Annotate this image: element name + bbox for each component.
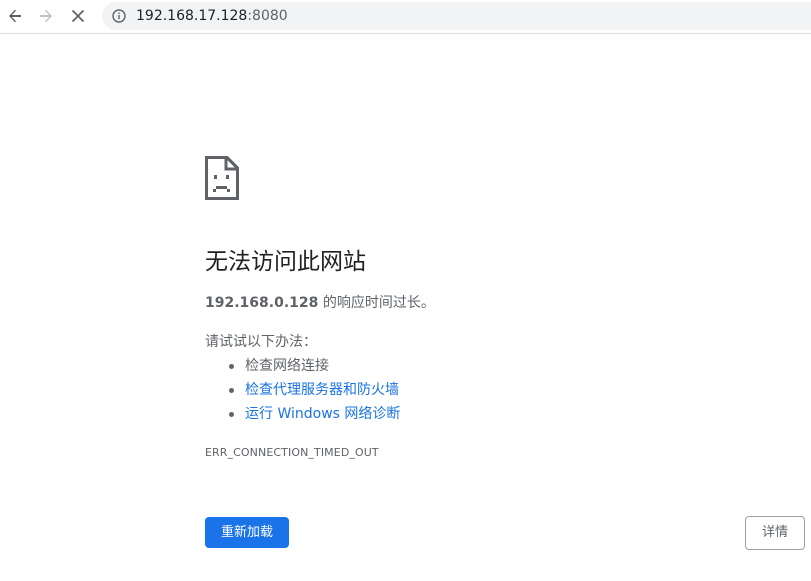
- suggestions-list: 检查网络连接 检查代理服务器和防火墙 运行 Windows 网络诊断: [205, 356, 400, 428]
- forward-button[interactable]: [34, 4, 58, 28]
- suggestion-windows-diagnostics-link[interactable]: 运行 Windows 网络诊断: [245, 406, 400, 422]
- info-icon[interactable]: [112, 9, 126, 23]
- reload-button[interactable]: 重新加载: [205, 517, 289, 548]
- suggestion-item: 检查网络连接: [205, 356, 400, 380]
- error-code: ERR_CONNECTION_TIMED_OUT: [205, 446, 379, 459]
- error-title: 无法访问此网站: [205, 249, 366, 275]
- browser-toolbar: 192.168.17.128:8080: [0, 0, 811, 34]
- arrow-left-icon: [9, 9, 21, 23]
- suggestion-check-proxy-link[interactable]: 检查代理服务器和防火墙: [245, 382, 399, 398]
- arrow-right-icon: [40, 9, 52, 23]
- close-icon: [71, 9, 85, 23]
- url-host: 192.168.17.128: [136, 8, 248, 24]
- suggestion-item: 运行 Windows 网络诊断: [205, 404, 400, 428]
- suggestion-item: 检查代理服务器和防火墙: [205, 380, 400, 404]
- stop-button[interactable]: [66, 4, 90, 28]
- suggestions-heading: 请试试以下办法：: [205, 334, 317, 350]
- url-port: :8080: [247, 8, 288, 24]
- details-button[interactable]: 详情: [745, 516, 805, 550]
- suggestion-check-network: 检查网络连接: [245, 358, 329, 374]
- sad-page-icon: [205, 156, 239, 200]
- address-bar[interactable]: 192.168.17.128:8080: [102, 2, 811, 30]
- error-summary-text: 的响应时间过长。: [318, 295, 435, 311]
- error-summary-host: 192.168.0.128: [205, 295, 319, 311]
- back-button[interactable]: [3, 4, 27, 28]
- error-summary: 192.168.0.128 的响应时间过长。: [205, 293, 435, 313]
- url-text[interactable]: 192.168.17.128:8080: [136, 7, 288, 25]
